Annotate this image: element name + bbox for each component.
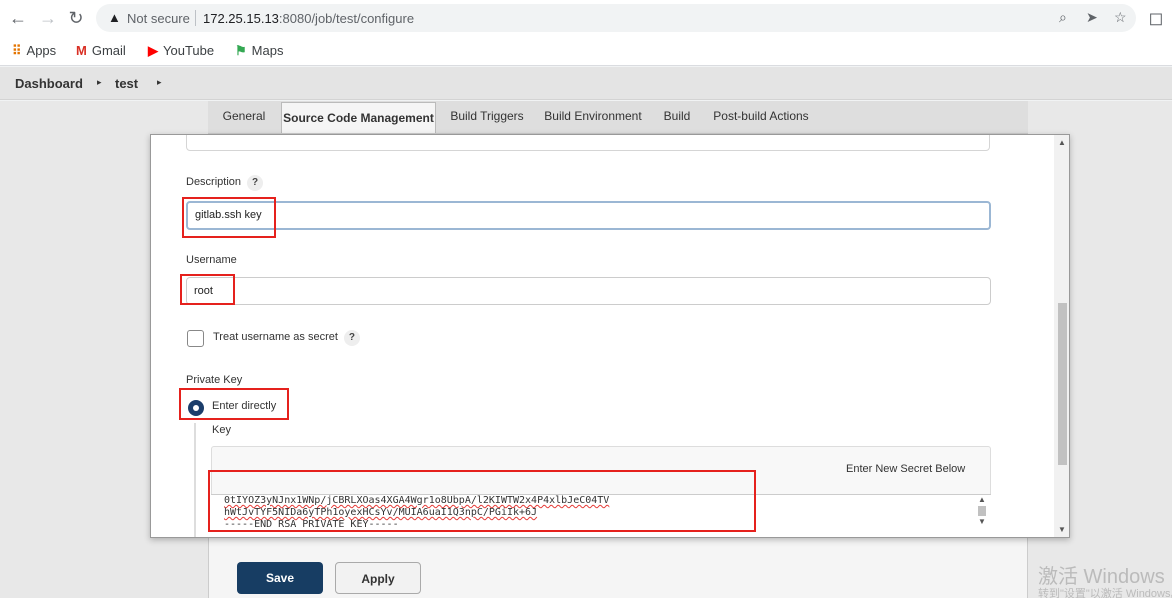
username-input[interactable]: root (186, 277, 991, 305)
breadcrumb: Dashboard ▸ test ▸ (0, 67, 1172, 100)
breadcrumb-dashboard[interactable]: Dashboard (15, 76, 83, 91)
annotation-box-description (182, 197, 276, 238)
forward-arrow-icon[interactable]: → (36, 7, 60, 29)
gmail-icon: M (76, 43, 87, 58)
chevron-right-icon[interactable]: ▸ (157, 77, 162, 88)
maps-icon: ⚑ (235, 43, 247, 58)
reload-icon[interactable]: ↻ (64, 7, 88, 29)
url-text: 172.25.15.13:8080/job/test/configure (203, 11, 414, 26)
apps-grid-icon: ⠿ (12, 43, 22, 58)
add-credentials-dialog: Description? gitlab.ssh key Username roo… (150, 134, 1070, 538)
bookmark-label: Apps (26, 43, 57, 58)
annotation-box-enter-directly (179, 388, 289, 420)
annotation-box-key (208, 470, 756, 532)
tab-source-code-management[interactable]: Source Code Management (281, 102, 436, 133)
apply-button[interactable]: Apply (335, 562, 421, 594)
breadcrumb-test[interactable]: test (115, 76, 138, 91)
warning-icon: ▲ (108, 10, 121, 25)
config-tabs: General Source Code Management Build Tri… (208, 101, 1028, 134)
url-path: :8080/job/test/configure (278, 11, 415, 26)
scroll-down-arrow-icon[interactable]: ▼ (1058, 525, 1066, 534)
help-icon[interactable]: ? (343, 330, 360, 346)
bookmarks-bar: ⠿ Apps M Gmail ▶ YouTube ⚑ Maps (0, 36, 1172, 66)
star-icon[interactable]: ☆ (1114, 9, 1127, 26)
scroll-down-arrow-icon[interactable]: ▼ (978, 517, 986, 526)
zoom-icon[interactable]: ⌕ (1059, 9, 1067, 26)
tab-build-environment[interactable]: Build Environment (543, 101, 643, 131)
key-scrollbar[interactable]: ▲ ▼ (976, 495, 988, 529)
chevron-right-icon[interactable]: ▸ (97, 77, 102, 88)
username-label: Username (186, 254, 237, 266)
treat-secret-checkbox[interactable] (187, 330, 204, 347)
bookmark-apps[interactable]: ⠿ Apps (12, 42, 56, 60)
key-label: Key (212, 424, 231, 436)
window-icon[interactable]: ◻ (1144, 7, 1168, 29)
bookmark-label: Maps (251, 43, 284, 58)
bookmark-maps[interactable]: ⚑ Maps (235, 42, 283, 60)
youtube-icon: ▶ (148, 43, 158, 58)
treat-secret-label-text: Treat username as secret (213, 331, 338, 343)
bookmark-label: YouTube (163, 43, 215, 58)
annotation-box-username (180, 274, 235, 305)
security-label: Not secure (127, 11, 190, 26)
tab-post-build-actions[interactable]: Post-build Actions (711, 101, 811, 131)
bookmark-youtube[interactable]: ▶ YouTube (148, 42, 214, 60)
browser-toolbar: ← → ↻ ▲ Not secure 172.25.15.13:8080/job… (0, 0, 1172, 36)
dialog-scroll-thumb[interactable] (1058, 303, 1067, 465)
back-arrow-icon[interactable]: ← (6, 7, 30, 29)
scroll-up-arrow-icon[interactable]: ▲ (1058, 138, 1066, 147)
save-button[interactable]: Save (237, 562, 323, 594)
bookmark-gmail[interactable]: M Gmail (76, 42, 126, 60)
tab-general[interactable]: General (218, 101, 270, 131)
treat-secret-label: Treat username as secret? (213, 330, 360, 346)
description-input[interactable]: gitlab.ssh key (186, 201, 991, 230)
scroll-up-arrow-icon[interactable]: ▲ (978, 495, 986, 504)
dialog-scrollbar[interactable]: ▲ ▼ (1054, 135, 1069, 537)
share-icon[interactable]: ➤ (1086, 9, 1098, 26)
enter-new-secret-label: Enter New Secret Below (846, 463, 966, 475)
private-key-label: Private Key (186, 374, 243, 386)
key-indent-line (194, 423, 196, 537)
description-label: Description? (186, 175, 264, 191)
kind-field[interactable] (186, 135, 990, 151)
url-host: 172.25.15.13 (203, 11, 279, 26)
tab-build-triggers[interactable]: Build Triggers (448, 101, 526, 131)
bookmark-label: Gmail (91, 43, 126, 58)
key-scroll-thumb[interactable] (978, 506, 986, 516)
tab-build[interactable]: Build (660, 101, 694, 131)
address-separator (195, 10, 196, 26)
help-icon[interactable]: ? (247, 175, 264, 191)
description-label-text: Description (186, 176, 242, 188)
address-bar[interactable]: ▲ Not secure 172.25.15.13:8080/job/test/… (96, 4, 1136, 32)
activation-watermark-sub: 转到"设置"以激活 Windows。 (1038, 588, 1172, 598)
